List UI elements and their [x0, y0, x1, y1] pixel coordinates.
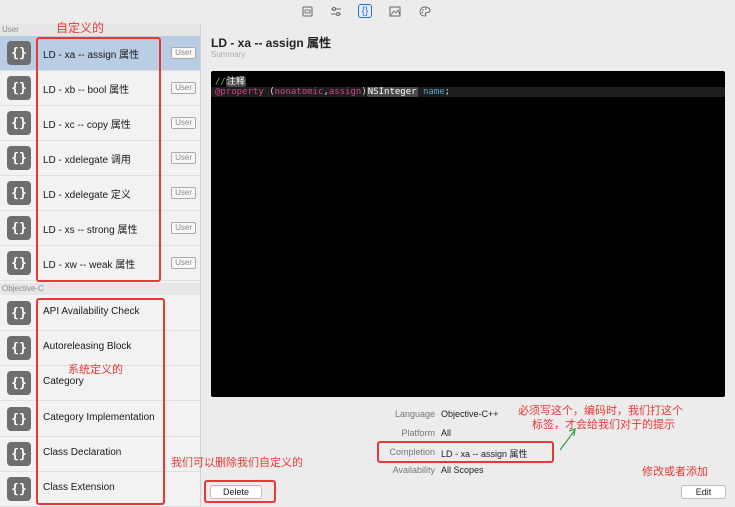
annotation-completion-hint-2: 标签，才会给我们对于的提示: [532, 419, 675, 431]
code-braces-icon: {}: [7, 336, 31, 360]
code-placeholder[interactable]: NSInteger: [366, 87, 418, 97]
palette-icon[interactable]: [418, 4, 432, 18]
code-braces-icon: {}: [7, 216, 31, 240]
toolbar: {}: [0, 0, 735, 25]
annotation-custom: 自定义的: [56, 21, 105, 35]
user-badge: User: [171, 152, 196, 164]
availability-key: Availability: [392, 465, 435, 475]
snippet-summary[interactable]: Summary: [211, 50, 245, 59]
image-icon[interactable]: [388, 4, 402, 18]
code-line-2: @property (nonatomic,assign)NSInteger na…: [211, 87, 725, 97]
user-badge: User: [171, 257, 196, 269]
code-placeholder[interactable]: 注释: [225, 77, 246, 87]
code-braces-icon: {}: [7, 407, 31, 431]
code-line-1: //注释: [215, 74, 246, 87]
snippet-title[interactable]: LD - xa -- assign 属性: [211, 34, 331, 51]
user-badge: User: [171, 47, 196, 59]
user-badge: User: [171, 117, 196, 129]
language-key: Language: [394, 409, 435, 419]
code-braces-icon: {}: [7, 301, 31, 325]
annotation-system: 系统定义的: [68, 364, 123, 376]
code-braces-icon: {}: [7, 76, 31, 100]
language-value: Objective-C++: [441, 409, 499, 419]
code-braces-icon: {}: [7, 251, 31, 275]
file-icon[interactable]: [300, 4, 314, 18]
code-braces-icon: {}: [7, 41, 31, 65]
user-badge: User: [171, 187, 196, 199]
code-braces-icon: {}: [7, 146, 31, 170]
completion-highlight: [377, 441, 554, 463]
code-keyword: assign: [328, 87, 362, 97]
custom-snippets-highlight: [36, 37, 161, 282]
code-editor[interactable]: //注释 @property (nonatomic,assign)NSInteg…: [211, 71, 725, 397]
edit-button[interactable]: Edit: [681, 485, 726, 499]
annotation-edit-hint: 修改或者添加: [642, 466, 708, 478]
platform-value: All: [441, 428, 452, 438]
code-punct: ;: [444, 87, 451, 97]
code-keyword: @property: [215, 87, 264, 97]
annotation-delete-hint: 我们可以删除我们自定义的: [171, 457, 303, 469]
green-arrow-icon: [559, 428, 576, 451]
code-braces-icon: {}: [7, 181, 31, 205]
code-braces-icon: {}: [7, 442, 31, 466]
code-identifier: name: [422, 87, 445, 97]
platform-key: Platform: [401, 428, 435, 438]
availability-value: All Scopes: [441, 465, 484, 475]
sliders-icon[interactable]: [329, 4, 343, 18]
code-braces-icon: {}: [7, 111, 31, 135]
code-comment: //: [215, 77, 226, 87]
code-punct: ): [361, 87, 367, 97]
code-keyword: nonatomic: [274, 87, 324, 97]
snippet-detail-pane: LD - xa -- assign 属性 Summary //注释 @prope…: [201, 24, 735, 507]
delete-highlight: [204, 480, 276, 503]
section-header-objective-c: Objective-C: [0, 283, 200, 295]
code-braces-icon: {}: [7, 371, 31, 395]
braces-icon[interactable]: {}: [358, 4, 372, 18]
user-badge: User: [171, 222, 196, 234]
system-snippets-highlight: [36, 298, 165, 505]
user-badge: User: [171, 82, 196, 94]
code-punct: (: [263, 87, 275, 97]
code-braces-icon: {}: [7, 477, 31, 501]
